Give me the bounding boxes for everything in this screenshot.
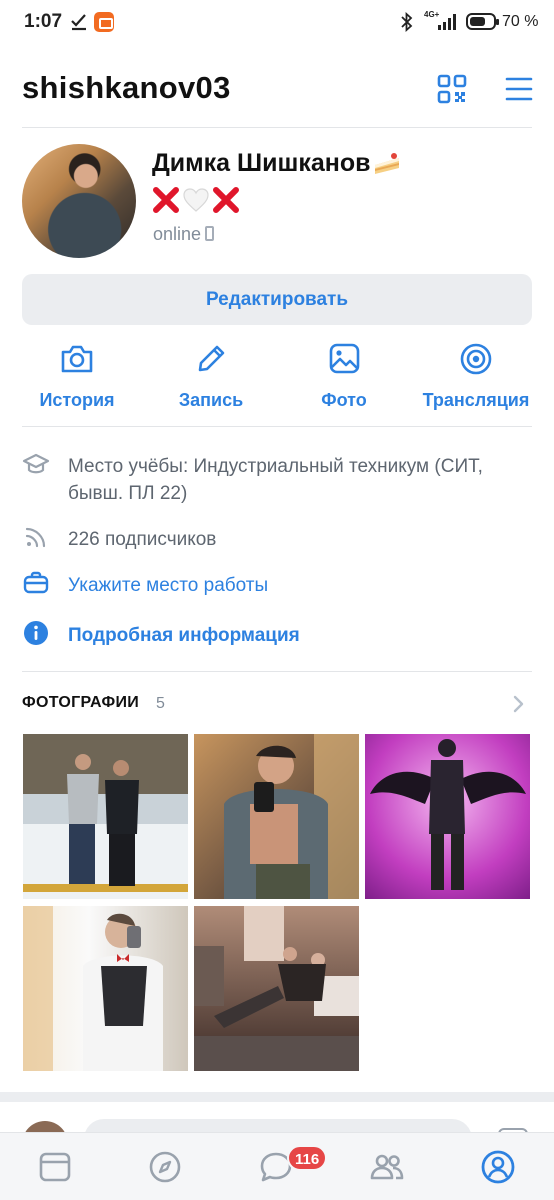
cross-mark-icon <box>153 187 179 213</box>
broadcast-icon <box>460 343 492 375</box>
qr-code-icon[interactable] <box>436 73 468 105</box>
status-bar: 1:07 4G+ 70 % <box>0 0 554 46</box>
photos-count: 5 <box>156 695 165 712</box>
online-status-text: online <box>153 224 202 244</box>
app-notification-icon <box>94 12 114 32</box>
pencil-icon <box>198 345 225 372</box>
messages-badge: 116 <box>287 1145 328 1171</box>
signal-icon <box>438 14 456 30</box>
profile-name-text: Димка Шишканов <box>152 149 371 177</box>
online-status: online <box>153 224 215 245</box>
avatar[interactable] <box>22 144 136 258</box>
details-link: Подробная информация <box>68 625 300 646</box>
details-row[interactable]: Подробная информация <box>22 619 532 649</box>
status-time: 1:07 <box>24 11 63 32</box>
section-separator <box>0 1092 554 1102</box>
image-icon <box>329 343 360 374</box>
divider <box>22 671 532 672</box>
photo-thumbnail-3[interactable] <box>365 734 530 899</box>
explore-compass-icon[interactable] <box>147 1149 183 1185</box>
battery-icon <box>466 13 499 30</box>
action-photo[interactable]: Фото <box>284 342 404 411</box>
work-row[interactable]: Укажите место работы <box>22 569 532 599</box>
profile-icon[interactable] <box>480 1149 516 1185</box>
graduation-cap-icon <box>22 453 50 474</box>
action-photo-label: Фото <box>321 390 367 410</box>
bluetooth-icon <box>401 12 413 32</box>
white-heart-icon <box>183 188 209 212</box>
bottom-tab-bar <box>0 1132 554 1200</box>
cross-mark-icon <box>213 187 239 213</box>
battery-percent: 70 % <box>502 13 539 30</box>
photo-thumbnail-1[interactable] <box>23 734 188 899</box>
action-post[interactable]: Запись <box>151 342 271 411</box>
action-broadcast[interactable]: Трансляция <box>416 342 536 411</box>
friends-icon[interactable] <box>369 1149 405 1185</box>
followers-rss-icon <box>25 527 46 548</box>
info-icon <box>24 621 48 645</box>
photo-party-room <box>194 906 359 1071</box>
quick-actions: История Запись Фото Трансляция <box>22 342 532 412</box>
cake-icon <box>374 153 399 175</box>
status-emojis <box>152 186 240 214</box>
divider <box>22 127 532 128</box>
photo-thumbnail-4[interactable] <box>23 906 188 1071</box>
photos-title[interactable]: ФОТОГРАФИИ <box>22 694 139 712</box>
education-row: Место учёбы: Индустриальный техникум (СИ… <box>22 450 532 508</box>
photo-angel-wings <box>365 734 530 899</box>
camera-icon <box>61 345 93 373</box>
action-story-label: История <box>39 390 115 410</box>
profile-header: shishkanov03 <box>0 60 554 120</box>
chevron-right-icon[interactable] <box>512 694 526 714</box>
action-broadcast-label: Трансляция <box>422 390 530 410</box>
photo-mirror-selfie <box>194 734 359 899</box>
profile-name: Димка Шишканов <box>152 149 400 178</box>
work-link: Укажите место работы <box>68 575 269 596</box>
feed-icon[interactable] <box>37 1149 73 1185</box>
briefcase-icon <box>23 571 49 594</box>
followers-text: 226 подписчиков <box>68 529 217 550</box>
photo-thumbnail-2[interactable] <box>194 734 359 899</box>
action-post-label: Запись <box>178 390 244 410</box>
mobile-phone-icon <box>205 226 215 241</box>
action-story[interactable]: История <box>17 342 137 411</box>
edit-profile-button[interactable]: Редактировать <box>22 274 532 325</box>
followers-row[interactable]: 226 подписчиков <box>22 523 532 553</box>
photo-thumbnail-5[interactable] <box>194 906 359 1071</box>
photo-suit-selfie <box>23 906 188 1071</box>
hamburger-menu-icon[interactable] <box>504 74 534 104</box>
education-text: Место учёбы: Индустриальный техникум (СИ… <box>68 456 483 504</box>
page-title: shishkanov03 <box>22 70 231 105</box>
divider <box>22 426 532 427</box>
download-done-icon <box>71 14 86 31</box>
photo-ice-rink <box>23 734 188 899</box>
